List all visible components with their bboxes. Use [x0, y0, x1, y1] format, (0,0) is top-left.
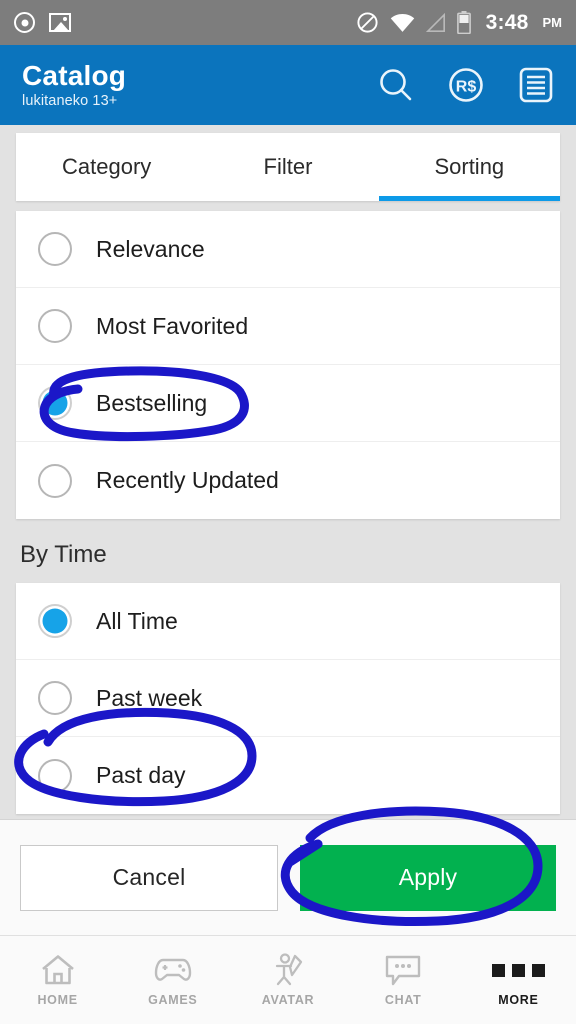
action-bar: Cancel Apply: [0, 819, 576, 935]
nav-item-games[interactable]: GAMES: [115, 936, 230, 1024]
sort-option-bestselling-label: Bestselling: [96, 389, 208, 416]
gamepad-icon: [154, 953, 192, 987]
nav-item-more-label: MORE: [498, 993, 539, 1007]
nav-item-home-label: HOME: [37, 993, 78, 1007]
sort-options-card: Relevance Most Favorited Bestselling Rec…: [16, 211, 560, 519]
wifi-icon: [390, 13, 414, 32]
tab-sorting-underline: [378, 196, 560, 201]
tabs-container: Category Filter Sorting: [0, 125, 576, 201]
chat-icon: [385, 953, 421, 987]
robux-icon[interactable]: R$: [444, 63, 488, 107]
cell-signal-icon: [425, 12, 445, 32]
tab-sorting[interactable]: Sorting: [378, 133, 560, 201]
home-icon: [41, 953, 75, 987]
tab-sorting-label: Sorting: [434, 154, 505, 179]
sort-option-recently-updated[interactable]: Recently Updated: [16, 442, 560, 519]
sort-option-most-favorited-label: Most Favorited: [96, 312, 249, 339]
sort-option-recently-updated-label: Recently Updated: [96, 467, 279, 493]
avatar-icon: [271, 953, 305, 987]
sort-option-relevance[interactable]: Relevance: [16, 211, 560, 288]
time-option-past-day[interactable]: Past day: [16, 737, 560, 814]
radio-recently-updated[interactable]: [38, 463, 72, 498]
account-subtitle: lukitaneko 13+: [22, 92, 118, 109]
photo-icon: [49, 13, 71, 32]
sort-option-most-favorited[interactable]: Most Favorited: [16, 288, 560, 365]
radio-past-day[interactable]: [38, 758, 72, 793]
tab-category[interactable]: Category: [16, 133, 197, 201]
time-option-past-week[interactable]: Past week: [16, 660, 560, 737]
nav-item-chat[interactable]: CHAT: [346, 936, 461, 1024]
nav-item-avatar[interactable]: AVATAR: [230, 936, 345, 1024]
nav-item-more[interactable]: MORE: [461, 936, 576, 1024]
tab-filter[interactable]: Filter: [197, 133, 378, 201]
app-header-actions: R$: [374, 63, 558, 107]
cancel-button[interactable]: Cancel: [20, 844, 278, 911]
radio-past-week[interactable]: [38, 681, 72, 715]
time-options-card: All Time Past week Past day: [16, 583, 560, 814]
do-not-disturb-icon: [357, 12, 378, 33]
tab-category-label: Category: [62, 154, 152, 179]
time-option-all-time[interactable]: All Time: [16, 583, 560, 660]
tab-bar: Category Filter Sorting: [16, 133, 560, 201]
nav-item-chat-label: CHAT: [384, 993, 422, 1007]
status-bar-clock: 3:48: [485, 10, 529, 34]
menu-icon[interactable]: [514, 63, 558, 107]
phone-screen: 3:48 PM Catalog lukitaneko 13+ R$ Catego…: [0, 0, 576, 1024]
app-header: Catalog lukitaneko 13+ R$: [0, 45, 576, 125]
status-bar-left-icons: [14, 12, 71, 33]
section-header-by-time: By Time: [20, 541, 107, 568]
sort-option-bestselling[interactable]: Bestselling: [16, 365, 560, 442]
time-option-all-time-label: All Time: [96, 607, 178, 634]
apply-button[interactable]: Apply: [300, 844, 556, 911]
sorting-panel: Relevance Most Favorited Bestselling Rec…: [0, 201, 576, 819]
tab-filter-label: Filter: [263, 154, 313, 179]
nav-item-games-label: GAMES: [148, 993, 198, 1007]
radio-most-favorited[interactable]: [38, 309, 72, 343]
disc-icon: [14, 12, 35, 33]
nav-item-home[interactable]: HOME: [0, 936, 115, 1024]
more-dots-icon: [491, 953, 545, 987]
time-option-past-day-label: Past day: [96, 762, 186, 788]
time-option-past-week-label: Past week: [96, 684, 203, 711]
bottom-navigation: HOME GAMES AVATAR CHAT MORE: [0, 935, 576, 1024]
app-header-titles: Catalog lukitaneko 13+: [22, 60, 127, 109]
status-bar-right-icons: 3:48 PM: [356, 11, 562, 35]
battery-icon: [456, 11, 471, 34]
page-title: Catalog: [22, 60, 127, 92]
svg-text:R$: R$: [456, 79, 477, 96]
nav-item-avatar-label: AVATAR: [261, 993, 315, 1007]
radio-relevance[interactable]: [38, 232, 72, 266]
radio-all-time[interactable]: [38, 604, 72, 638]
status-bar: 3:48 PM: [0, 0, 576, 45]
search-icon[interactable]: [374, 63, 418, 107]
radio-bestselling[interactable]: [38, 386, 72, 420]
status-bar-ampm: PM: [542, 15, 563, 30]
sort-option-relevance-label: Relevance: [96, 235, 205, 262]
